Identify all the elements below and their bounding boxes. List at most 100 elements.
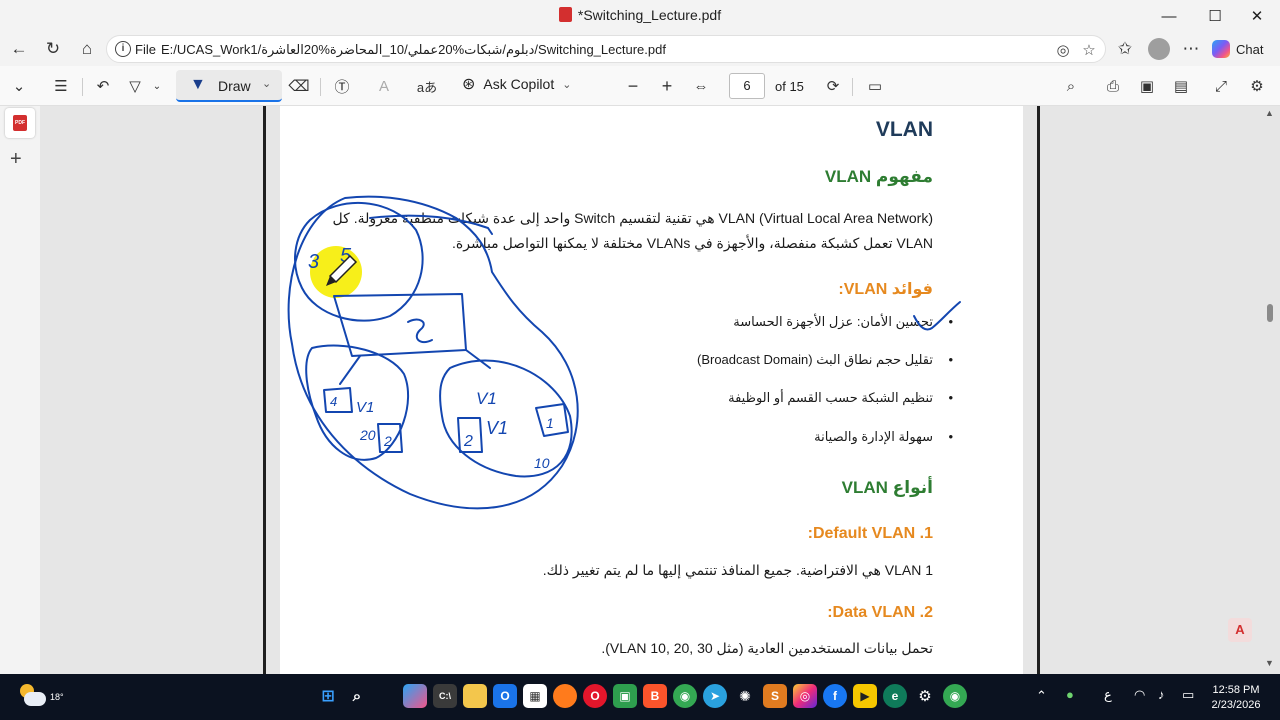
battery-icon[interactable]: ▭ xyxy=(1182,687,1194,703)
brave-icon[interactable]: B xyxy=(643,684,667,708)
file-explorer-icon[interactable] xyxy=(463,684,487,708)
home-icon[interactable]: ⌂ xyxy=(72,35,102,63)
instagram-icon[interactable]: ◎ xyxy=(793,684,817,708)
chatgpt-icon[interactable]: ✺ xyxy=(733,684,757,708)
chrome-icon[interactable]: ◉ xyxy=(673,684,697,708)
ink-switch-box xyxy=(333,293,467,357)
page-title: VLAN xyxy=(875,118,933,141)
address-bar[interactable]: i File E:/UCAS_Work1/دبلوم/شبكات%20عملي/… xyxy=(106,35,1106,63)
page-number-input[interactable]: 6 xyxy=(729,73,765,99)
store-icon[interactable]: ▦ xyxy=(523,684,547,708)
zoom-in-icon[interactable]: + xyxy=(656,74,678,98)
taskbar: 18° ⊞ ⌕ C:\ O ▦ O ▣ B ◉ ➤ ✺ S ◎ f ▶ e ⚙ … xyxy=(0,674,1280,720)
chat-button[interactable]: Chat xyxy=(1212,36,1274,62)
ink-label: V1 xyxy=(476,389,497,408)
draw-button[interactable]: ▼ Draw ⌄ xyxy=(176,70,282,102)
edge-icon[interactable]: e xyxy=(883,684,907,708)
contents-list-icon[interactable]: ☰ xyxy=(50,74,72,98)
fullscreen-icon[interactable]: ⤢ xyxy=(1210,74,1232,98)
avatar[interactable] xyxy=(1148,38,1170,60)
draw-chevron-icon[interactable]: ⌄ xyxy=(262,77,271,90)
settings-gear-icon[interactable]: ⚙ xyxy=(1246,74,1268,98)
wifi-icon[interactable]: ◠ xyxy=(1134,687,1145,703)
back-icon[interactable]: ← xyxy=(4,35,34,63)
close-button[interactable]: ✕ xyxy=(1234,0,1280,32)
undo-icon[interactable]: ↶ xyxy=(92,74,114,98)
favorite-star-icon[interactable]: ☆ xyxy=(1079,41,1099,61)
page-border-left xyxy=(263,106,266,674)
start-windows-icon[interactable]: ⊞ xyxy=(316,684,340,708)
page-view-icon[interactable]: ▭ xyxy=(864,74,886,98)
copilot-app-icon[interactable] xyxy=(403,684,427,708)
app-green-icon[interactable]: ▣ xyxy=(613,684,637,708)
read-aloud-text-icon[interactable]: aあ xyxy=(414,74,440,98)
print-icon[interactable]: ⎙ xyxy=(1102,74,1124,98)
fit-page-icon[interactable]: ⇔ xyxy=(690,74,712,98)
input-language[interactable]: ع xyxy=(1104,687,1112,703)
scroll-down-icon[interactable]: ▼ xyxy=(1265,658,1274,668)
benefit-item: تحسين الأمان: عزل الأجهزة الحساسة xyxy=(733,314,953,330)
zoom-out-icon[interactable]: − xyxy=(622,74,644,98)
app-yellow-icon[interactable]: ▶ xyxy=(853,684,877,708)
pdf-tab-icon[interactable]: PDF xyxy=(5,108,35,138)
refresh-icon[interactable]: ↻ xyxy=(38,35,68,63)
concept-line-1: VLAN (Virtual Local Area Network) هي تقن… xyxy=(332,210,933,226)
ink-label: 3 xyxy=(308,251,319,273)
site-info-icon[interactable]: i xyxy=(115,41,131,57)
favorites-icon[interactable]: ✩ xyxy=(1110,35,1140,63)
search-icon[interactable]: ⌕ xyxy=(1060,74,1082,98)
add-icon[interactable]: + xyxy=(10,148,22,171)
chevron-down-icon[interactable]: ⌄ xyxy=(8,74,30,98)
ink-group-right xyxy=(439,359,573,478)
vertical-scrollbar[interactable]: ▲ ▼ xyxy=(1262,106,1278,674)
settings-gear-icon[interactable]: ⚙ xyxy=(913,684,937,708)
search-icon[interactable]: ⌕ xyxy=(345,684,369,708)
scroll-thumb[interactable] xyxy=(1267,304,1273,322)
volume-icon[interactable]: ♪ xyxy=(1158,687,1165,702)
ink-label: 2 xyxy=(383,433,392,449)
more-menu-icon[interactable]: ⋯ xyxy=(1176,35,1206,63)
save-as-icon[interactable]: ▤ xyxy=(1170,74,1192,98)
highlight-icon[interactable]: ▽ xyxy=(124,74,146,98)
page-count: of 15 xyxy=(775,79,804,94)
sidebar: PDF + xyxy=(0,106,40,674)
types-heading: أنواع VLAN xyxy=(841,478,933,497)
document-viewport[interactable]: VLAN مفهوم VLAN VLAN (Virtual Local Area… xyxy=(40,106,1280,674)
rotate-icon[interactable]: ⟳ xyxy=(822,74,844,98)
highlight-chevron-icon[interactable]: ⌄ xyxy=(150,74,164,98)
terminal-icon[interactable]: C:\ xyxy=(433,684,457,708)
ink-label: 5 xyxy=(340,245,352,267)
firefox-icon[interactable] xyxy=(553,684,577,708)
maximize-button[interactable]: ☐ xyxy=(1192,0,1238,32)
scroll-up-icon[interactable]: ▲ xyxy=(1265,108,1274,118)
ask-copilot-button[interactable]: ⊛ Ask Copilot ⌄ xyxy=(462,74,571,94)
weather-widget[interactable]: 18° xyxy=(18,682,64,712)
address-row: ← ↻ ⌂ i File E:/UCAS_Work1/دبلوم/شبكات%2… xyxy=(0,32,1280,66)
read-aloud-icon[interactable]: ◎ xyxy=(1053,41,1073,61)
microphone-icon[interactable]: ● xyxy=(1066,687,1074,702)
opera-icon[interactable]: O xyxy=(583,684,607,708)
add-text-icon[interactable]: Ⓣ xyxy=(330,74,354,98)
telegram-icon[interactable]: ➤ xyxy=(703,684,727,708)
window-title: *Switching_Lecture.pdf xyxy=(577,7,722,23)
facebook-icon[interactable]: f xyxy=(823,684,847,708)
cloud-icon xyxy=(24,692,46,706)
text-format-icon[interactable]: A xyxy=(372,74,396,98)
pdf-page[interactable]: VLAN مفهوم VLAN VLAN (Virtual Local Area… xyxy=(280,106,1023,674)
chrome-alt-icon[interactable]: ◉ xyxy=(943,684,967,708)
tray-chevron-icon[interactable]: ⌃ xyxy=(1036,688,1047,704)
clock[interactable]: 12:58 PM 2/23/2026 xyxy=(1206,683,1266,713)
eraser-icon[interactable]: ⌫ xyxy=(288,74,310,98)
cursor-highlight xyxy=(310,246,362,298)
url-text[interactable]: E:/UCAS_Work1/دبلوم/شبكات%20عملي/10_المح… xyxy=(161,42,666,58)
sublime-icon[interactable]: S xyxy=(763,684,787,708)
save-icon[interactable]: ▣ xyxy=(1136,74,1158,98)
date: 2/23/2026 xyxy=(1211,699,1261,711)
acrobat-icon[interactable]: A xyxy=(1228,618,1252,642)
type1-heading: 1. Default VLAN: xyxy=(807,525,933,542)
chevron-down-icon[interactable]: ⌄ xyxy=(562,78,571,91)
outlook-icon[interactable]: O xyxy=(493,684,517,708)
ink-label: 2 xyxy=(463,433,473,450)
minimize-button[interactable]: — xyxy=(1146,0,1192,32)
time: 12:58 PM xyxy=(1212,684,1260,696)
